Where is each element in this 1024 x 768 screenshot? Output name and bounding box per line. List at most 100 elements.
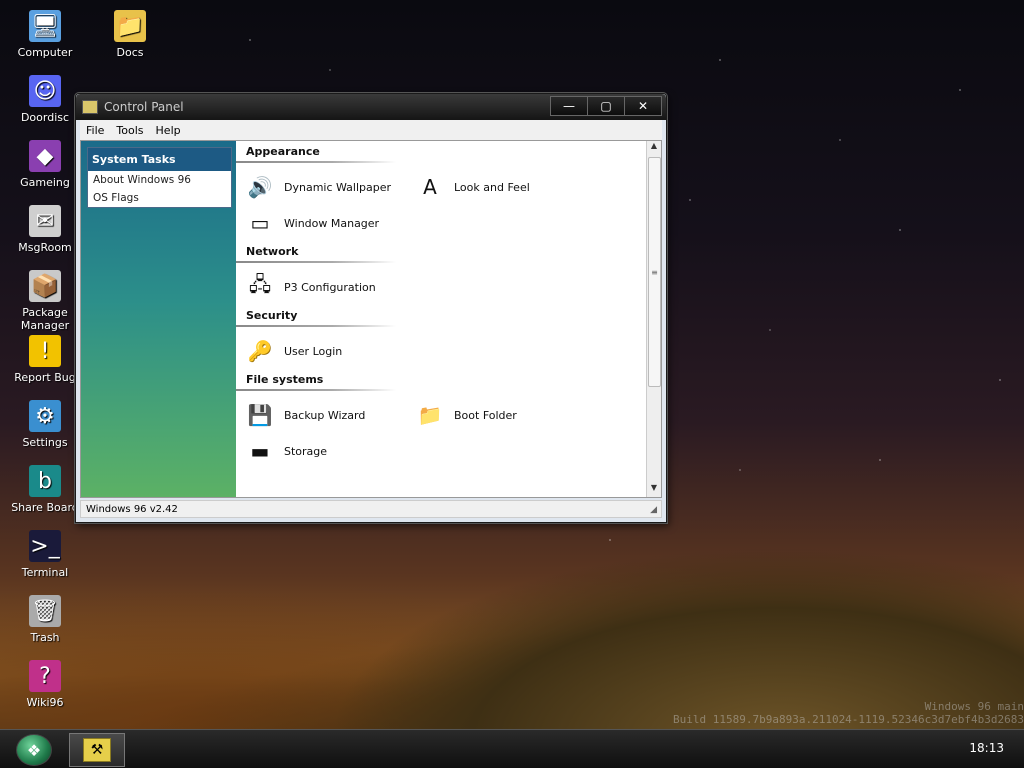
desktop-icon-label: Doordisc (20, 111, 70, 124)
boot-folder-icon: 📁 (417, 403, 443, 427)
window-titlebar[interactable]: Control Panel — ▢ ✕ (76, 94, 666, 120)
report-bug-icon: ! (29, 335, 61, 367)
desktop-icon-label: MsgRoom (18, 241, 72, 254)
cp-item-boot-folder[interactable]: 📁 Boot Folder (414, 397, 584, 433)
desktop-icon-label: Docs (116, 46, 144, 59)
build-watermark: Windows 96 main Build 11589.7b9a893a.211… (624, 700, 1024, 726)
status-text: Windows 96 v2.42 (86, 503, 178, 515)
desktop-icon-label: Report Bug (14, 371, 76, 384)
control-panel-icon (82, 100, 98, 114)
sidebar-item-about[interactable]: About Windows 96 (88, 171, 231, 189)
menu-help[interactable]: Help (150, 124, 187, 137)
scroll-up-icon[interactable]: ▲ (647, 141, 661, 155)
desktop-icon-wiki96[interactable]: ? Wiki96 (10, 660, 80, 709)
cp-item-p3-configuration[interactable]: 🖧 P3 Configuration (244, 269, 414, 305)
start-button[interactable]: ❖ (16, 734, 52, 766)
control-panel-window[interactable]: Control Panel — ▢ ✕ File Tools Help Syst… (75, 93, 667, 523)
gameing-icon: ◆ (29, 140, 61, 172)
close-button[interactable]: ✕ (624, 96, 662, 116)
vertical-scrollbar[interactable]: ▲ ≡ ▼ (646, 141, 661, 497)
cp-item-label: User Login (284, 344, 343, 358)
watermark-line2: Build 11589.7b9a893a.211024-1119.52346c3… (673, 713, 1024, 726)
section-items: 🔊 Dynamic Wallpaper A Look and Feel ▭ Window … (236, 163, 646, 241)
user-login-icon: 🔑 (247, 339, 273, 363)
desktop-icon-report-bug[interactable]: ! Report Bug (10, 335, 80, 384)
desktop-icon-label: Wiki96 (26, 696, 64, 709)
desktop-icon-label: Terminal (21, 566, 69, 579)
desktop-icon-label: Share Board (11, 501, 79, 514)
terminal-icon: >_ (29, 530, 61, 562)
cp-item-window-manager[interactable]: ▭ Window Manager (244, 205, 414, 241)
system-tasks-heading: System Tasks (88, 148, 231, 171)
desktop-icon-trash[interactable]: 🗑 Trash (10, 595, 80, 644)
msgroom-icon: ✉ (29, 205, 61, 237)
cp-item-look-and-feel[interactable]: A Look and Feel (414, 169, 584, 205)
desktop-icon-docs[interactable]: 📁 Docs (95, 10, 165, 59)
window-manager-icon: ▭ (250, 211, 270, 235)
settings-icon: ⚙ (29, 400, 61, 432)
sidebar-item-os-flags[interactable]: OS Flags (88, 189, 231, 207)
package-manager-icon: 📦 (29, 270, 61, 302)
status-bar: Windows 96 v2.42 ◢ (80, 500, 662, 518)
taskbar-item-control-panel[interactable]: ⚒ (69, 733, 125, 767)
desktop-icon-package-manager[interactable]: 📦 Package Manager (10, 270, 80, 332)
desktop-icon-label: Gameing (20, 176, 70, 189)
section-file-systems: File systems 💾 Backup Wizard 📁 Boot Folder ▬ S… (236, 369, 646, 469)
desktop-icon-share-board[interactable]: b Share Board (10, 465, 80, 514)
system-tasks-panel: System Tasks About Windows 96 OS Flags (87, 147, 232, 208)
scroll-down-icon[interactable]: ▼ (647, 483, 661, 497)
docs-folder-icon: 📁 (114, 10, 146, 42)
cp-item-label: Dynamic Wallpaper (284, 180, 392, 194)
computer-icon: 🖥 (29, 10, 61, 42)
control-panel-content: Appearance 🔊 Dynamic Wallpaper A Look and Fe… (236, 141, 646, 497)
start-icon: ❖ (26, 740, 42, 760)
menu-tools[interactable]: Tools (110, 124, 149, 137)
cp-item-label: Window Manager (284, 216, 380, 230)
desktop-icon-terminal[interactable]: >_ Terminal (10, 530, 80, 579)
section-appearance: Appearance 🔊 Dynamic Wallpaper A Look and Fe… (236, 141, 646, 241)
cp-item-label: Backup Wizard (284, 408, 366, 422)
control-panel-task-icon: ⚒ (83, 738, 111, 762)
section-network: Network 🖧 P3 Configuration (236, 241, 646, 305)
desktop-icon-computer[interactable]: 🖥 Computer (10, 10, 80, 59)
section-title: Appearance (246, 145, 320, 158)
menubar: File Tools Help (80, 120, 662, 141)
section-items: 🖧 P3 Configuration (236, 263, 646, 305)
minimize-button[interactable]: — (550, 96, 588, 116)
cp-item-label: Storage (284, 444, 328, 458)
desktop-icon-label: Settings (22, 436, 68, 449)
resize-grip-icon[interactable]: ◢ (650, 505, 657, 515)
backup-wizard-icon: 💾 (247, 403, 273, 427)
desktop-icon-settings[interactable]: ⚙ Settings (10, 400, 80, 449)
desktop-icon-doordisc[interactable]: ☺ Doordisc (10, 75, 80, 124)
clock[interactable]: 18:13 (969, 741, 1004, 755)
doordisc-icon: ☺ (29, 75, 61, 107)
cp-item-label: P3 Configuration (284, 280, 376, 294)
cp-item-label: Boot Folder (454, 408, 517, 422)
maximize-button[interactable]: ▢ (587, 96, 625, 116)
look-and-feel-icon: A (423, 175, 437, 199)
taskbar: ❖ ⚒ 18:13 (0, 729, 1024, 768)
window-body: System Tasks About Windows 96 OS Flags A… (80, 140, 662, 498)
section-title: File systems (246, 373, 324, 386)
wallpaper-hill (0, 500, 1024, 730)
sidebar: System Tasks About Windows 96 OS Flags (81, 141, 236, 497)
wiki96-icon: ? (29, 660, 61, 692)
desktop-icon-gameing[interactable]: ◆ Gameing (10, 140, 80, 189)
scroll-thumb[interactable]: ≡ (648, 157, 661, 387)
window-title: Control Panel (104, 100, 184, 114)
section-items: 🔑 User Login (236, 327, 646, 369)
cp-item-user-login[interactable]: 🔑 User Login (244, 333, 414, 369)
menu-file[interactable]: File (80, 124, 110, 137)
trash-icon: 🗑 (29, 595, 61, 627)
desktop-icon-label: Computer (17, 46, 73, 59)
section-items: 💾 Backup Wizard 📁 Boot Folder ▬ Storage (236, 391, 646, 469)
cp-item-storage[interactable]: ▬ Storage (244, 433, 414, 469)
p3-configuration-icon: 🖧 (248, 272, 272, 296)
section-title: Security (246, 309, 298, 322)
desktop-icon-msgroom[interactable]: ✉ MsgRoom (10, 205, 80, 254)
cp-item-dynamic-wallpaper[interactable]: 🔊 Dynamic Wallpaper (244, 169, 414, 205)
cp-item-backup-wizard[interactable]: 💾 Backup Wizard (244, 397, 414, 433)
watermark-line1: Windows 96 main (924, 700, 1024, 713)
section-title: Network (246, 245, 299, 258)
